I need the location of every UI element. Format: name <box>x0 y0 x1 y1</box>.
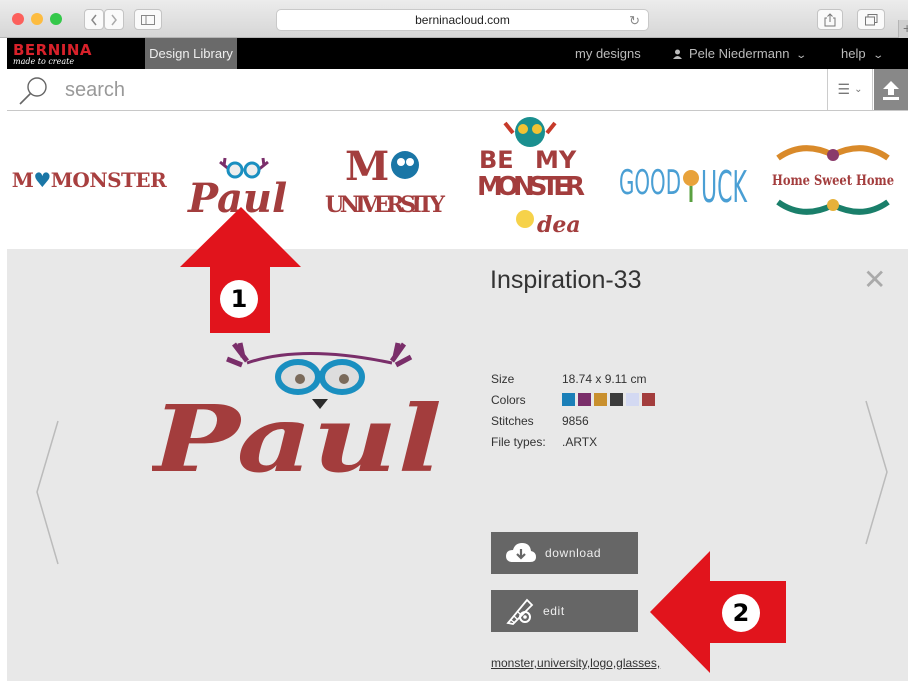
user-menu[interactable]: Pele Niedermann ⌄ <box>673 46 808 61</box>
help-label: help <box>841 46 866 61</box>
annotation-badge-2: 2 <box>722 594 760 632</box>
chevron-left-icon <box>91 14 97 25</box>
new-tab-button[interactable]: + <box>898 20 908 38</box>
svg-text:GOOD: GOOD <box>619 163 681 203</box>
design-preview-image: Paul <box>152 342 442 479</box>
design-title: Inspiration-33 <box>490 266 642 294</box>
back-button[interactable] <box>84 9 104 30</box>
stitches-label: Stitches <box>491 414 534 428</box>
search-bar: ☰ ⌄ <box>7 69 908 111</box>
good-luck-design-thumbnail: GOOD UCK <box>619 162 748 210</box>
size-label: Size <box>491 372 515 386</box>
close-icon[interactable]: ✕ <box>863 263 886 296</box>
browser-toolbar: berninacloud.com ↻ + <box>0 0 908 38</box>
search-input[interactable] <box>65 77 765 103</box>
url-text: berninacloud.com <box>415 13 510 27</box>
tabs-overview-icon <box>864 13 877 25</box>
tab-design-library[interactable]: Design Library <box>145 38 237 69</box>
my-designs-label: my designs <box>575 46 641 61</box>
svg-text:dea: dea <box>537 212 581 238</box>
share-icon <box>824 12 836 26</box>
forward-button[interactable] <box>104 9 124 30</box>
filetypes-label: File types: <box>491 435 546 449</box>
download-label: download <box>545 546 602 560</box>
be-my-monster-design-thumbnail: BE MY MONSTER dea <box>477 117 585 238</box>
home-sweet-home-design-thumbnail: Home Sweet Home <box>772 145 894 215</box>
help-menu[interactable]: help ⌄ <box>841 46 884 61</box>
university-design-thumbnail: M UNIVERSITY <box>325 143 445 218</box>
minimize-window-button[interactable] <box>31 13 43 25</box>
thumbnail-my-university[interactable]: M UNIVERSITY <box>320 111 450 249</box>
reload-icon[interactable]: ↻ <box>629 13 640 29</box>
svg-text:MONSTER: MONSTER <box>477 172 585 202</box>
size-value: 18.74 x 9.11 cm <box>562 372 647 386</box>
edit-sewing-icon <box>506 598 534 625</box>
list-view-icon: ☰ <box>837 81 851 97</box>
thumbnail-good-luck[interactable]: GOOD UCK <box>615 111 755 249</box>
previous-design-arrow[interactable] <box>34 419 64 569</box>
thumbnail-home-sweet-home[interactable]: Home Sweet Home <box>763 111 903 249</box>
annotation-arrow-left <box>650 551 786 673</box>
stitches-value: 9856 <box>562 414 589 428</box>
chevron-down-icon: ⌄ <box>871 50 884 61</box>
sidebar-icon <box>141 14 155 25</box>
cloud-download-icon <box>506 543 536 562</box>
close-window-button[interactable] <box>12 13 24 25</box>
download-button[interactable]: download <box>491 532 638 574</box>
color-swatch <box>594 393 607 407</box>
sidebar-button[interactable] <box>134 9 162 30</box>
search-icon[interactable] <box>18 75 50 107</box>
edit-label: edit <box>543 604 565 618</box>
my-designs-link[interactable]: my designs <box>575 46 641 61</box>
color-swatch <box>610 393 623 407</box>
annotation-badge-1: 1 <box>220 280 258 318</box>
user-icon <box>673 49 682 59</box>
design-thumbnail-strip: M♥MONSTER Paul M UNIVERSITY BE MY MONSTE… <box>7 111 908 249</box>
window-controls <box>12 13 62 25</box>
edit-button[interactable]: edit <box>491 590 638 632</box>
view-toggle-button[interactable]: ☰ ⌄ <box>827 69 873 110</box>
tabs-button[interactable] <box>857 9 885 30</box>
site-header: BERNINA made to create Design Library my… <box>7 38 908 69</box>
svg-text:Home Sweet Home: Home Sweet Home <box>772 173 894 189</box>
filetypes-value: .ARTX <box>562 435 598 449</box>
thumbnail-my-monster[interactable]: M♥MONSTER <box>12 111 167 249</box>
svg-text:UNIVERSITY: UNIVERSITY <box>325 192 445 218</box>
color-swatch <box>642 393 655 407</box>
colors-row: Colors <box>491 393 655 407</box>
zoom-window-button[interactable] <box>50 13 62 25</box>
chevron-down-icon: ⌄ <box>854 84 863 95</box>
chevron-down-icon: ⌄ <box>795 50 808 61</box>
size-row: Size 18.74 x 9.11 cm <box>491 372 647 386</box>
colors-label: Colors <box>491 393 526 407</box>
thumbnail-text: M♥MONSTER <box>11 168 167 192</box>
next-design-arrow[interactable] <box>861 399 891 549</box>
svg-text:MY: MY <box>535 146 577 174</box>
address-bar[interactable]: berninacloud.com ↻ <box>276 9 649 31</box>
svg-text:M: M <box>345 143 389 190</box>
svg-text:UCK: UCK <box>701 162 748 210</box>
color-swatch <box>562 393 575 407</box>
color-swatch <box>626 393 639 407</box>
stitches-row: Stitches 9856 <box>491 414 589 428</box>
share-button[interactable] <box>817 9 843 30</box>
brand-tagline: made to create <box>13 57 75 66</box>
filetypes-row: File types: .ARTX <box>491 435 597 449</box>
thumbnail-be-my-monster[interactable]: BE MY MONSTER dea <box>475 111 595 249</box>
svg-text:Paul: Paul <box>152 385 442 479</box>
color-swatch <box>578 393 591 407</box>
color-swatches <box>562 392 658 407</box>
chevron-right-icon <box>111 14 117 25</box>
design-tags-link[interactable]: monster,university,logo,glasses, <box>491 656 660 670</box>
svg-text:BE: BE <box>479 146 514 174</box>
upload-button[interactable] <box>874 69 908 110</box>
upload-icon <box>883 80 899 100</box>
bernina-logo[interactable]: BERNINA made to create <box>9 40 134 67</box>
user-name: Pele Niedermann <box>689 46 790 61</box>
